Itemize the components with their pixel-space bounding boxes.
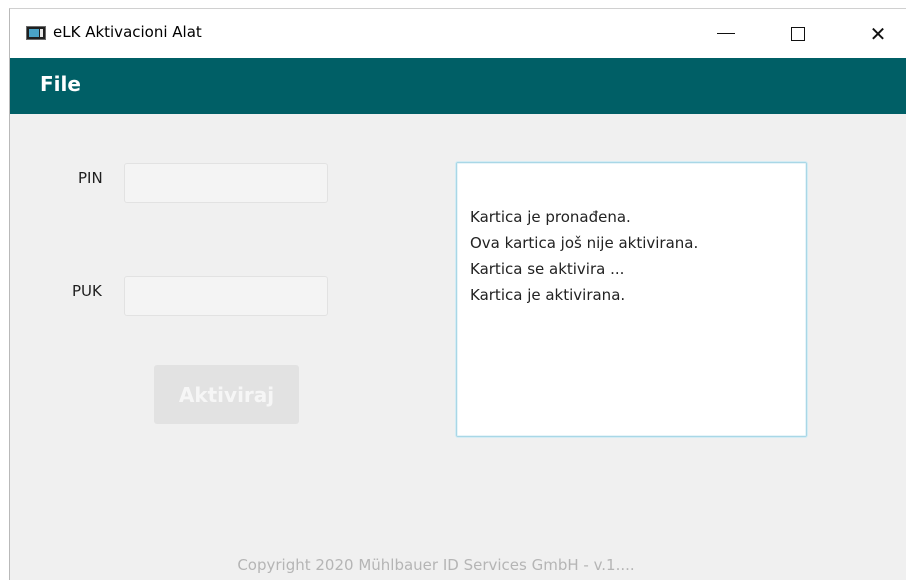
- footer: Copyright 2020 Mühlbauer ID Services Gmb…: [10, 556, 906, 574]
- minimize-button[interactable]: [698, 9, 754, 58]
- puk-label: PUK: [72, 282, 102, 300]
- title-bar[interactable]: eLK Aktivacioni Alat ✕: [10, 9, 906, 58]
- minimize-icon: [717, 33, 735, 34]
- menu-file[interactable]: File: [40, 72, 81, 96]
- close-button[interactable]: ✕: [850, 9, 906, 58]
- activate-button[interactable]: Aktiviraj: [154, 365, 299, 424]
- log-line: Kartica je pronađena.: [470, 208, 631, 226]
- log-line: Kartica se aktivira ...: [470, 260, 625, 278]
- app-icon: [26, 26, 46, 40]
- maximize-icon: [791, 26, 805, 41]
- log-line: Kartica je aktivirana.: [470, 286, 626, 304]
- app-window: eLK Aktivacioni Alat ✕ File PIN PUK Akti…: [9, 8, 906, 580]
- close-icon: ✕: [869, 21, 887, 46]
- pin-input[interactable]: [124, 163, 328, 203]
- status-log[interactable]: Kartica je pronađena. Ova kartica još ni…: [456, 162, 807, 437]
- copyright-text: Copyright 2020 Mühlbauer ID Services Gmb…: [237, 556, 635, 574]
- puk-input[interactable]: [124, 276, 328, 316]
- maximize-button[interactable]: [770, 9, 826, 58]
- menu-bar: File: [10, 58, 906, 114]
- log-line: Ova kartica još nije aktivirana.: [470, 234, 699, 252]
- window-title: eLK Aktivacioni Alat: [53, 23, 202, 41]
- pin-label: PIN: [78, 169, 103, 187]
